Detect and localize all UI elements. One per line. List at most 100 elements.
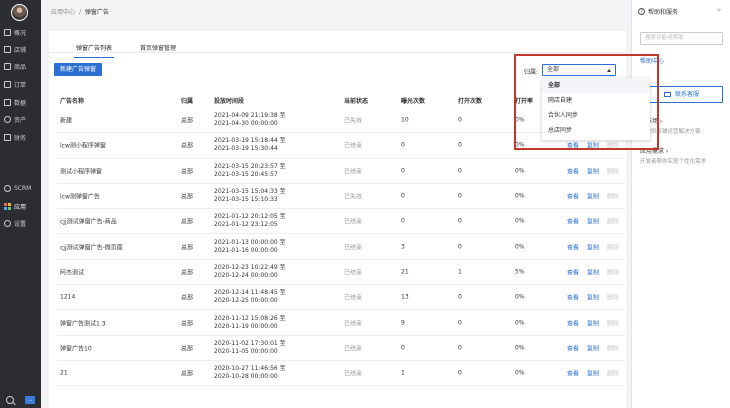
- copy-button[interactable]: 复制: [587, 192, 599, 201]
- sidebar-item-label: 订单: [14, 81, 27, 89]
- tab-ad-list[interactable]: 弹窗广告列表: [73, 43, 115, 58]
- view-button[interactable]: 查看: [567, 267, 579, 276]
- breadcrumb-parent[interactable]: 应用中心: [51, 9, 75, 16]
- view-button[interactable]: 查看: [567, 166, 579, 175]
- status-badge: 已结束: [344, 294, 363, 302]
- sidebar-item-label: 财务: [14, 134, 27, 142]
- ad-owner: 总部: [181, 193, 194, 201]
- table-row: 21 总部 2020-10-27 11:46:56 至 2020-10-28 00:0…: [57, 361, 625, 387]
- copy-button[interactable]: 复制: [587, 293, 599, 302]
- delete-button[interactable]: 删除: [607, 217, 619, 226]
- copy-button[interactable]: 复制: [587, 343, 599, 352]
- view-button[interactable]: 查看: [567, 217, 579, 226]
- sidebar-item-asset[interactable]: 资产: [0, 112, 41, 126]
- column-header-period: 投放时间段: [214, 98, 245, 105]
- sidebar-item-label: 应用: [14, 203, 27, 211]
- sidebar-item-finance[interactable]: 财务: [0, 130, 41, 144]
- help-panel-title-text: 帮助和服务: [648, 9, 679, 16]
- column-header-views: 曝光次数: [401, 98, 426, 105]
- table-row: cjj测试弹窗广告-商品 总部 2021-01-12 20:12:05 至 2021-…: [57, 209, 625, 235]
- ad-owner: 总部: [181, 345, 194, 353]
- status-badge: 已结束: [344, 345, 363, 353]
- breadcrumb-current: 弹窗广告: [84, 9, 109, 16]
- column-header-status: 当前状态: [344, 98, 369, 105]
- ad-name: 21: [60, 369, 68, 377]
- new-ad-button[interactable]: 新建广告弹窗: [54, 63, 103, 76]
- help-icon: ?: [638, 8, 645, 15]
- view-button[interactable]: 查看: [567, 318, 579, 327]
- view-button[interactable]: 查看: [567, 293, 579, 302]
- search-icon[interactable]: [5, 396, 14, 404]
- ad-opens: 0: [458, 344, 462, 352]
- ad-period: 2021-01-12 20:12:05 至 2021-01-12 23:12:05: [214, 213, 286, 229]
- delete-button[interactable]: 删除: [607, 293, 619, 302]
- sidebar-item-label: 设置: [14, 220, 27, 228]
- ad-open-rate: 0%: [515, 167, 525, 175]
- ad-open-rate: 0%: [515, 293, 525, 301]
- delete-button[interactable]: 删除: [607, 318, 619, 327]
- finance-icon: [4, 133, 11, 141]
- delete-button[interactable]: 删除: [607, 267, 619, 276]
- sidebar-item-apps[interactable]: 应用: [0, 199, 41, 213]
- view-button[interactable]: 查看: [567, 369, 579, 378]
- sidebar-item-settings[interactable]: 设置: [0, 216, 41, 230]
- table-row: 测试小程序弹窗 总部 2021-03-15 20:23:57 至 2021-03-15…: [57, 159, 625, 184]
- ad-open-rate: 0%: [515, 217, 525, 225]
- sidebar-item-data[interactable]: 数据: [0, 95, 41, 109]
- ad-name: 弹窗广告测试1.3: [60, 320, 106, 328]
- ad-period-start: 2021-01-13 00:00:00 至: [214, 238, 286, 246]
- delete-button[interactable]: 删除: [607, 242, 619, 251]
- copy-button[interactable]: 复制: [587, 242, 599, 251]
- app-request-desc: 开发者帮你实现个性化需求: [640, 159, 707, 165]
- delete-button[interactable]: 删除: [607, 166, 619, 175]
- ad-opens: 0: [458, 141, 462, 149]
- ad-views: 10: [401, 116, 409, 124]
- sidebar-item-order[interactable]: 订单: [0, 77, 41, 91]
- table-row: 弹窗广告10 总部 2020-11-02 17:30:01 至 2020-11-05 …: [57, 336, 625, 361]
- app-root: 概况 店铺 商品 订单 数据 资产 财务 SCRM 应用 设置 ... 应用中心…: [0, 0, 730, 408]
- copy-button[interactable]: 复制: [587, 166, 599, 175]
- ad-period-end: 2021-03-15 20:45:57: [214, 170, 278, 178]
- table-row: 阿杰测试 总部 2020-12-23 10:22:49 至 2020-12-24 00…: [57, 260, 625, 286]
- delete-button[interactable]: 删除: [607, 192, 619, 201]
- view-button[interactable]: 查看: [567, 242, 579, 251]
- double-chevron-right-icon[interactable]: »: [717, 6, 721, 14]
- ad-opens: 0: [458, 192, 462, 200]
- sidebar-item-store[interactable]: 店铺: [0, 42, 41, 56]
- column-header-owner: 归属: [181, 98, 194, 105]
- ad-period: 2020-10-27 11:46:56 至 2020-10-28 00:00:00: [214, 365, 286, 381]
- ad-period-start: 2021-03-19 15:18:44 至: [214, 137, 286, 145]
- delete-button[interactable]: 删除: [607, 343, 619, 352]
- help-search-input[interactable]: 搜索功能或帮助: [640, 32, 723, 45]
- copy-button[interactable]: 复制: [587, 318, 599, 327]
- delete-button[interactable]: 删除: [607, 369, 619, 378]
- ad-opens: 0: [458, 293, 462, 301]
- view-button[interactable]: 查看: [567, 192, 579, 201]
- sidebar-item-label: 店铺: [14, 46, 27, 54]
- tab-home-popup[interactable]: 首页弹窗管理: [140, 43, 176, 52]
- view-button[interactable]: 查看: [567, 343, 579, 352]
- avatar[interactable]: [11, 4, 28, 21]
- ad-period: 2021-01-13 00:00:00 至 2021-01-16 00:00:00: [214, 239, 286, 255]
- sidebar-item-overview[interactable]: 概况: [0, 25, 41, 39]
- status-badge: 已结束: [344, 370, 363, 378]
- sidebar-item-goods[interactable]: 商品: [0, 59, 41, 73]
- table-row: 1214 总部 2020-12-14 11:48:45 至 2020-12-25 00…: [57, 285, 625, 311]
- sidebar-item-scrm[interactable]: SCRM: [0, 181, 41, 195]
- ad-period: 2021-03-19 15:18:44 至 2021-03-19 15:30:44: [214, 137, 286, 153]
- ad-name: lcw测小程序弹窗: [60, 142, 106, 150]
- status-badge: 已结束: [344, 244, 363, 252]
- ad-owner: 总部: [181, 294, 194, 302]
- copy-button[interactable]: 复制: [587, 369, 599, 378]
- ad-period: 2020-11-02 17:30:01 至 2020-11-05 00:00:00: [214, 340, 286, 356]
- copy-button[interactable]: 复制: [587, 217, 599, 226]
- table-row: cjj测试弹窗广告-微页面 总部 2021-01-13 00:00:00 至 2021…: [57, 234, 625, 260]
- status-badge: 已结束: [344, 218, 363, 226]
- ad-owner: 总部: [181, 370, 194, 378]
- copy-button[interactable]: 复制: [587, 267, 599, 276]
- table-row: lcw测弹窗广告 总部 2021-03-15 15:04:33 至 2021-03-1…: [57, 184, 625, 210]
- chat-icon[interactable]: ...: [25, 396, 36, 404]
- ad-views: 0: [401, 141, 405, 149]
- ad-period-end: 2020-12-25 00:00:00: [214, 297, 278, 305]
- ad-period-start: 2021-03-15 20:23:57 至: [214, 162, 286, 170]
